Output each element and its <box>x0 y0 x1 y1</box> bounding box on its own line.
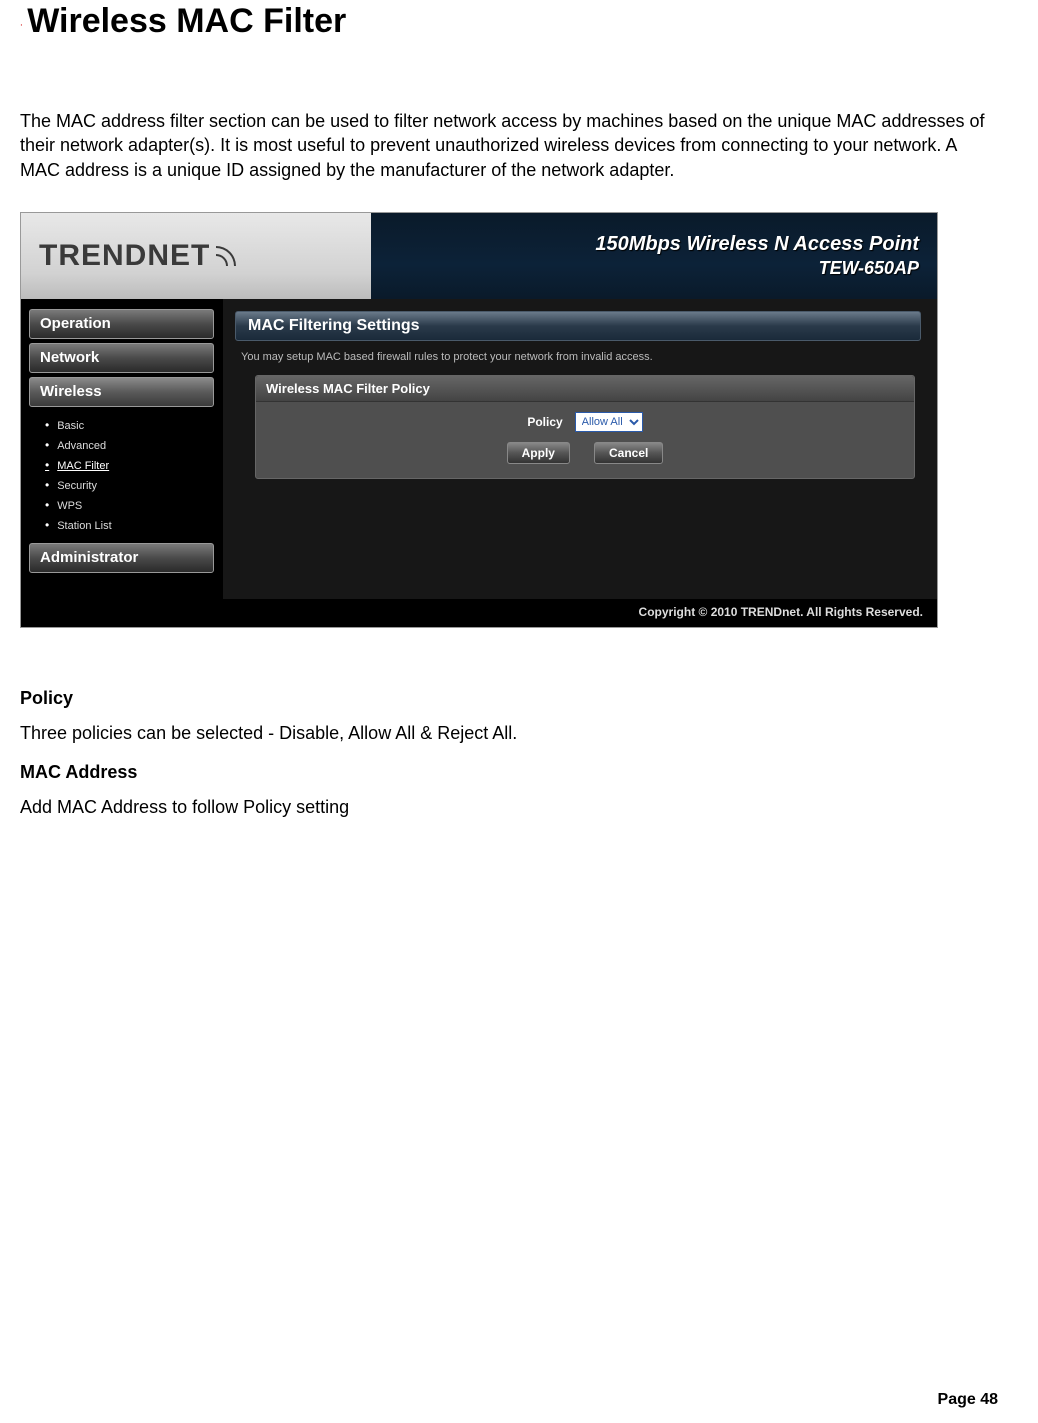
subnav-basic[interactable]: Basic <box>43 415 223 435</box>
brand-logo-area: TRENDNET <box>21 213 371 299</box>
mac-address-text: Add MAC Address to follow Policy setting <box>20 797 1018 818</box>
router-header: TRENDNET 150Mbps Wireless N Access Point… <box>21 213 937 299</box>
product-model: TEW-650AP <box>819 258 919 279</box>
content-area: MAC Filtering Settings You may setup MAC… <box>223 299 937 599</box>
subnav-advanced[interactable]: Advanced <box>43 435 223 455</box>
policy-heading: Policy <box>20 688 1018 709</box>
nav-network[interactable]: Network <box>29 343 214 373</box>
mac-policy-title: Wireless MAC Filter Policy <box>256 376 914 402</box>
wireless-submenu: Basic Advanced MAC Filter Security WPS S… <box>29 411 223 543</box>
router-admin-panel: TRENDNET 150Mbps Wireless N Access Point… <box>20 212 938 628</box>
subnav-station-list[interactable]: Station List <box>43 515 223 535</box>
nav-wireless[interactable]: Wireless <box>29 377 214 407</box>
panel-description: You may setup MAC based firewall rules t… <box>241 351 921 363</box>
mac-address-heading: MAC Address <box>20 762 1018 783</box>
policy-text: Three policies can be selected - Disable… <box>20 723 1018 744</box>
product-banner: 150Mbps Wireless N Access Point TEW-650A… <box>371 213 937 299</box>
subnav-mac-filter[interactable]: MAC Filter <box>43 455 223 475</box>
mac-policy-panel: Wireless MAC Filter Policy Policy Allow … <box>255 375 915 479</box>
sidebar-nav: Operation Network Wireless Basic Advance… <box>21 299 223 599</box>
signal-arcs-icon <box>216 242 240 270</box>
policy-select[interactable]: Allow All <box>575 412 643 432</box>
page-title: Wireless MAC Filter <box>27 2 346 41</box>
page-number: Page 48 <box>938 1391 998 1409</box>
subnav-security[interactable]: Security <box>43 475 223 495</box>
brand-text: TRENDNET <box>39 239 210 273</box>
heading-dot: . <box>20 18 23 29</box>
router-footer: Copyright © 2010 TRENDnet. All Rights Re… <box>21 599 937 627</box>
nav-operation[interactable]: Operation <box>29 309 214 339</box>
apply-button[interactable]: Apply <box>507 442 570 464</box>
policy-label: Policy <box>527 415 562 429</box>
nav-administrator[interactable]: Administrator <box>29 543 214 573</box>
brand-logo: TRENDNET <box>39 239 240 273</box>
panel-title: MAC Filtering Settings <box>235 311 921 341</box>
intro-paragraph: The MAC address filter section can be us… <box>20 109 1000 182</box>
cancel-button[interactable]: Cancel <box>594 442 663 464</box>
subnav-wps[interactable]: WPS <box>43 495 223 515</box>
product-name: 150Mbps Wireless N Access Point <box>595 233 919 256</box>
